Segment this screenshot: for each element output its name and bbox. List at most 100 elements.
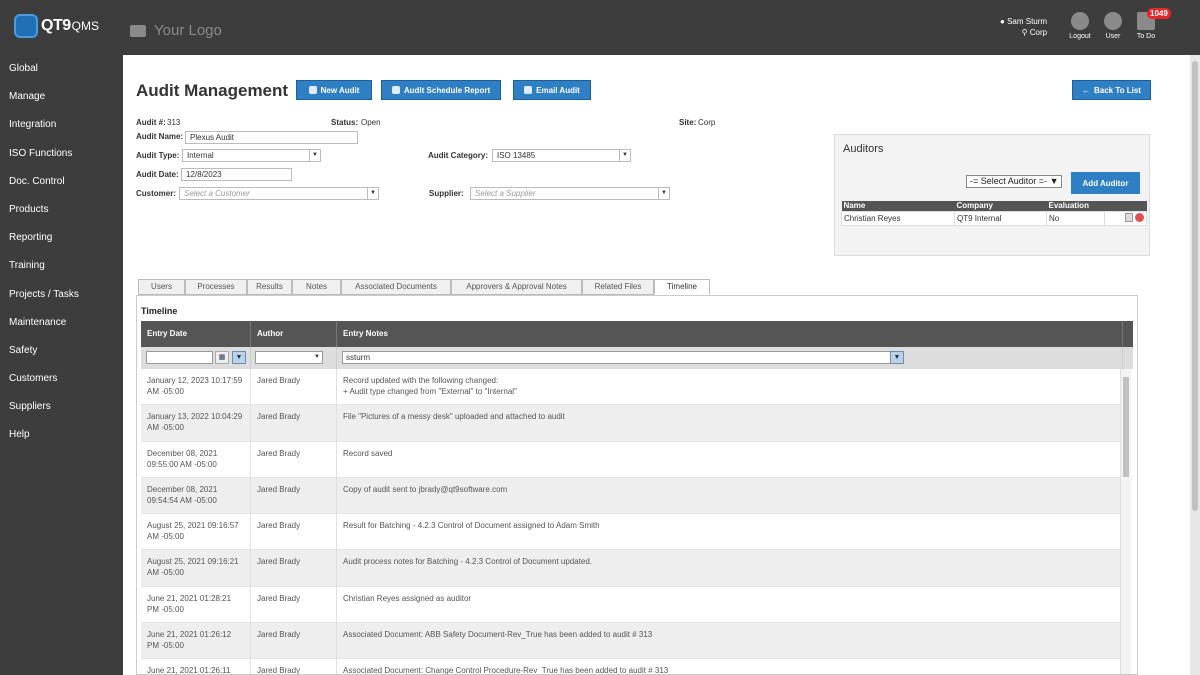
col-entry-date[interactable]: Entry Date [141,321,251,347]
timeline-entry-author: Jared Brady [251,514,337,550]
new-audit-button[interactable]: New Audit [296,80,372,100]
timeline-entry-date: August 25, 2021 09:16:21 AM -05:00 [141,550,251,586]
supplier-label: Supplier: [429,189,464,198]
audit-name-input[interactable]: Plexus Audit [185,131,358,144]
sidebar-item-suppliers[interactable]: Suppliers [0,393,123,421]
timeline-entry-note: Associated Document: Change Control Proc… [337,659,1121,674]
customer-select[interactable]: Select a Customer ▼ [179,187,379,200]
timeline-entry-author-text: Jared Brady [257,521,301,531]
timeline-entry-note-text: File "Pictures of a messy desk" uploaded… [343,412,565,422]
sidebar-item-customers[interactable]: Customers [0,365,123,393]
auditor-actions [1104,211,1147,226]
audit-type-value: Internal [187,151,214,160]
timeline-entry-author: Jared Brady [251,659,337,675]
tab-results[interactable]: Results [247,279,292,295]
audit-type-label: Audit Type: [136,151,180,160]
audit-date-label: Audit Date: [136,170,179,179]
plus-icon [308,86,317,94]
user-label: User [1105,33,1121,40]
sidebar-item-reporting[interactable]: Reporting [0,224,123,252]
table-row: June 21, 2021 01:28:21 PM -05:00 Jared Br… [141,586,1121,624]
calendar-icon[interactable]: ▦ [215,351,229,364]
sidebar-item-manage[interactable]: Manage [0,83,123,111]
printer-icon [391,86,400,94]
email-audit-label: Email Audit [536,85,580,95]
sidebar-item-doc-control[interactable]: Doc. Control [0,168,123,196]
arrow-left-icon: ← [1082,85,1090,95]
audit-category-select[interactable]: ISO 13485 ▼ [492,149,631,162]
user-button[interactable]: User [1098,12,1128,40]
timeline-entry-author-text: Jared Brady [257,376,301,385]
email-audit-button[interactable]: Email Audit [513,80,591,100]
brand-logo[interactable]: QT9 QMS [14,14,99,38]
timeline-scrollbar[interactable] [1121,369,1131,674]
filter-icon[interactable]: ▼ [890,351,904,364]
sidebar-item-training[interactable]: Training [0,252,123,280]
timeline-entry-author-text: Jared Brady [257,448,301,458]
table-row: August 25, 2021 09:16:57 AM -05:00 Jared … [141,514,1121,551]
site-label: Site: [679,118,697,127]
audit-date-input[interactable]: 12/8/2023 [181,168,292,181]
tab-users[interactable]: Users [138,279,185,295]
audit-category-label: Audit Category: [428,151,488,160]
tab-approvers-approval-notes[interactable]: Approvers & Approval Notes [451,279,582,295]
timeline-entry-note: Result for Batching - 4.2.3 Control of D… [337,514,1121,550]
timeline-entry-author: Jared Brady [251,441,337,477]
tab-related-files[interactable]: Related Files [582,279,654,295]
author-filter-select[interactable]: ▼ [255,351,323,364]
timeline-entry-note: Christian Reyes assigned as auditor [337,586,1121,623]
date-filter-input[interactable] [146,351,213,364]
user-info: ● Sam Sturm ⚲ Corp [1000,16,1047,38]
col-author[interactable]: Author [251,321,337,347]
delete-icon[interactable] [1135,213,1144,222]
page-scrollbar[interactable] [1190,55,1200,675]
timeline-entry-author-text: Jared Brady [257,484,301,494]
scrollbar-thumb[interactable] [1123,377,1129,477]
add-auditor-button[interactable]: Add Auditor [1071,172,1140,194]
back-to-list-button[interactable]: ← Back To List [1072,80,1151,100]
logout-button[interactable]: Logout [1065,12,1095,40]
sidebar-item-integration[interactable]: Integration [0,111,123,139]
tab-notes[interactable]: Notes [292,279,341,295]
sidebar-item-help[interactable]: Help [0,421,123,449]
timeline-entry-note-detail: + Audit type changed from "External" to … [343,387,517,396]
audit-name-label: Audit Name: [136,132,184,141]
timeline-entry-date-text: December 08, 2021 09:55:00 AM -05:00 [147,448,218,469]
sidebar-item-safety[interactable]: Safety [0,337,123,365]
edit-document-icon[interactable] [1124,213,1133,222]
col-entry-notes[interactable]: Entry Notes [337,321,1123,347]
sidebar-item-maintenance[interactable]: Maintenance [0,309,123,337]
status-value: Open [361,118,381,127]
envelope-icon [524,86,533,94]
chevron-down-icon: ▼ [314,354,320,360]
notes-filter-input[interactable]: ssturm [342,351,892,364]
timeline-entry-author-text: Jared Brady [257,666,301,675]
supplier-select[interactable]: Select a Supplier ▼ [470,187,670,200]
auditor-col-actions [1104,201,1147,212]
select-auditor-dropdown[interactable]: -= Select Auditor =- ▼ [966,175,1062,188]
sidebar-item-iso-functions[interactable]: ISO Functions [0,140,123,168]
sidebar-item-projects-tasks[interactable]: Projects / Tasks [0,281,123,309]
tab-timeline[interactable]: Timeline [654,279,710,295]
tab-processes[interactable]: Processes [185,279,247,295]
table-row: June 21, 2021 01:26:12 PM -05:00 Jared Br… [141,623,1121,660]
timeline-entry-note: Record updated with the following change… [337,369,1121,405]
notes-filter-cell: ssturm ▼ [337,347,1123,369]
your-logo-text: Your Logo [154,22,222,39]
sidebar-item-global[interactable]: Global [0,55,123,83]
new-audit-label: New Audit [320,85,360,95]
timeline-entry-date: December 08, 2021 09:55:00 AM -05:00 [141,441,251,477]
auditors-title: Auditors [843,143,884,155]
auditor-company: QT9 Internal [954,211,1047,226]
timeline-entry-date-text: June 21, 2021 01:26:11 [147,666,231,675]
sidebar-item-products[interactable]: Products [0,196,123,224]
audit-type-select[interactable]: Internal ▼ [182,149,321,162]
page-scrollbar-thumb[interactable] [1192,61,1198,511]
timeline-entry-note-text: Associated Document: ABB Safety Document… [343,630,653,640]
logout-icon [1071,12,1089,30]
filter-icon[interactable]: ▼ [232,351,246,364]
main-content: Audit Management New Audit Audit Schedul… [123,55,1190,675]
your-logo-placeholder[interactable]: Your Logo [130,22,222,39]
tab-associated-documents[interactable]: Associated Documents [341,279,451,295]
audit-schedule-report-button[interactable]: Audit Schedule Report [381,80,501,100]
